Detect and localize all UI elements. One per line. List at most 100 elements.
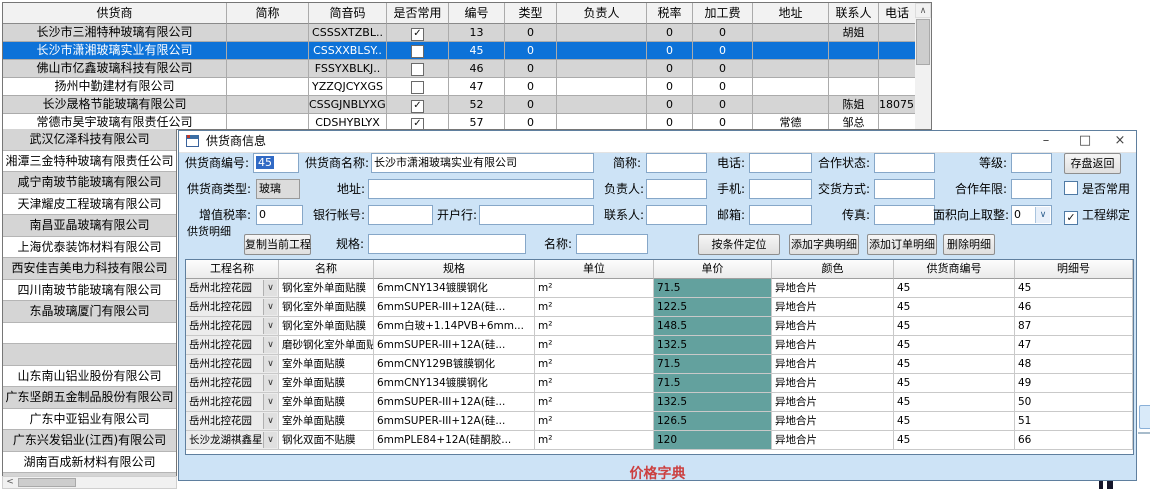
column-header[interactable]: 简音码	[309, 3, 387, 24]
supplier-name-input[interactable]: 长沙市潇湘玻璃实业有限公司	[371, 153, 594, 173]
bank-input[interactable]	[479, 205, 594, 225]
table-row[interactable]: 扬州中勤建材有限公司YZZQJCYXGS47000	[3, 78, 931, 96]
spec-filter-input[interactable]	[368, 234, 526, 254]
chevron-down-icon[interactable]: ∨	[263, 337, 277, 353]
copy-current-project-button[interactable]: 复制当前工程	[244, 234, 311, 255]
close-button[interactable]: ×	[1105, 131, 1135, 152]
coop-status-input[interactable]	[874, 153, 935, 173]
column-header[interactable]: 联系人	[829, 3, 879, 24]
checkbox-unchecked-icon[interactable]	[411, 81, 424, 94]
checkbox-unchecked-icon[interactable]	[411, 63, 424, 76]
common-checkbox-cell[interactable]	[387, 60, 449, 78]
table-row[interactable]: 佛山市亿鑫玻璃科技有限公司FSSYXBLKJ..46000	[3, 60, 931, 78]
grid-row[interactable]: 岳州北控花园∨钢化室外单面贴膜6mmCNY134镀膜钢化m²71.5异地合片45…	[186, 279, 1133, 298]
list-item[interactable]	[3, 323, 176, 345]
grid-column-header[interactable]: 规格	[374, 260, 535, 279]
list-item[interactable]: 上海优泰装饰材料有限公司	[3, 237, 176, 259]
project-combo-cell[interactable]: 岳州北控花园∨	[186, 374, 279, 393]
phone-input[interactable]	[749, 153, 812, 173]
project-combo-cell[interactable]: 岳州北控花园∨	[186, 336, 279, 355]
table-row[interactable]: 长沙市三湘特种玻璃有限公司CSSSXTZBL..✓13000胡姐	[3, 24, 931, 42]
grid-row[interactable]: 岳州北控花园∨磨砂钢化室外单面贴膜6mmSUPER-III+12A(硅...m²…	[186, 336, 1133, 355]
project-bind-checkbox[interactable]: ✓工程绑定	[1064, 205, 1130, 225]
checkbox-checked-icon[interactable]: ✓	[411, 118, 424, 130]
project-combo-cell[interactable]: 长沙龙湖祺鑫星座∨	[186, 431, 279, 450]
column-header[interactable]: 加工费	[693, 3, 753, 24]
table-row[interactable]: 长沙市潇湘玻璃实业有限公司CSSXXBLSY..45000	[3, 42, 931, 60]
project-combo-cell[interactable]: 岳州北控花园∨	[186, 355, 279, 374]
coop-years-input[interactable]	[1011, 179, 1052, 199]
list-item[interactable]: 四川南玻节能玻璃有限公司	[3, 280, 176, 302]
column-header[interactable]: 编号	[449, 3, 505, 24]
grid-column-header[interactable]: 明细号	[1015, 260, 1133, 279]
locate-by-condition-button[interactable]: 按条件定位	[698, 234, 780, 255]
chevron-down-icon[interactable]: ∨	[1035, 207, 1050, 223]
list-item[interactable]: 东晶玻璃厦门有限公司	[3, 301, 176, 323]
list-item[interactable]: 山东南山铝业股份有限公司	[3, 366, 176, 388]
name-filter-input[interactable]	[576, 234, 648, 254]
grid-column-header[interactable]: 名称	[279, 260, 374, 279]
grid-row[interactable]: 岳州北控花园∨钢化室外单面贴膜6mmSUPER-III+12A(硅...m²12…	[186, 298, 1133, 317]
checkbox-checked-icon[interactable]: ✓	[411, 100, 424, 113]
bank-account-input[interactable]	[368, 205, 433, 225]
manager-input[interactable]	[646, 179, 707, 199]
mobile-input[interactable]	[749, 179, 812, 199]
email-input[interactable]	[749, 205, 812, 225]
list-item[interactable]: 湖南百成新材料有限公司	[3, 452, 176, 474]
common-checkbox-cell[interactable]: ✓	[387, 96, 449, 114]
scroll-up-icon[interactable]: ∧	[915, 3, 931, 18]
column-header[interactable]: 供货商	[3, 3, 227, 24]
chevron-down-icon[interactable]: ∨	[263, 375, 277, 391]
list-item[interactable]: 西安佳吉美电力科技有限公司	[3, 258, 176, 280]
common-checkbox-cell[interactable]: ✓	[387, 114, 449, 130]
scrollbar-thumb[interactable]	[18, 478, 76, 487]
chevron-down-icon[interactable]: ∨	[263, 318, 277, 334]
supplier-type-input[interactable]: 玻璃	[256, 179, 300, 199]
scrollbar-thumb[interactable]	[916, 19, 930, 65]
vat-rate-input[interactable]: 0	[256, 205, 303, 225]
short-name-input[interactable]	[646, 153, 707, 173]
is-common-checkbox[interactable]: 是否常用	[1064, 179, 1130, 199]
column-header[interactable]: 是否常用	[387, 3, 449, 24]
maximize-button[interactable]: □	[1070, 131, 1100, 152]
grid-column-header[interactable]: 工程名称	[186, 260, 279, 279]
delete-detail-button[interactable]: 删除明细	[943, 234, 995, 255]
list-item[interactable]: 咸宁南玻节能玻璃有限公司	[3, 172, 176, 194]
chevron-down-icon[interactable]: ∨	[263, 413, 277, 429]
column-header[interactable]: 简称	[227, 3, 309, 24]
grid-row[interactable]: 岳州北控花园∨室外单面贴膜6mmCNY134镀膜钢化m²71.5异地合片4549	[186, 374, 1133, 393]
table-row[interactable]: 长沙晟格节能玻璃有限公司CSSGJNBLYXGS✓52000陈姐180751	[3, 96, 931, 114]
supplier-no-input[interactable]: 45	[253, 153, 299, 173]
chevron-down-icon[interactable]: ∨	[263, 432, 277, 448]
checkbox-unchecked-icon[interactable]	[411, 45, 424, 58]
checkbox-checked-icon[interactable]: ✓	[411, 28, 424, 41]
address-input[interactable]	[368, 179, 594, 199]
save-return-button[interactable]: 存盘返回	[1064, 153, 1121, 174]
grid-row[interactable]: 长沙龙湖祺鑫星座∨钢化双面不贴膜6mmPLE84+12A(硅酮胶...m²120…	[186, 431, 1133, 450]
project-combo-cell[interactable]: 岳州北控花园∨	[186, 317, 279, 336]
grade-input[interactable]	[1011, 153, 1052, 173]
list-item[interactable]: 湘潭三金特种玻璃有限责任公司	[3, 151, 176, 173]
delivery-method-input[interactable]	[874, 179, 935, 199]
add-order-detail-button[interactable]: 添加订单明细	[867, 234, 937, 255]
list-item[interactable]	[3, 344, 176, 366]
project-combo-cell[interactable]: 岳州北控花园∨	[186, 393, 279, 412]
list-item[interactable]: 南昌亚晶玻璃有限公司	[3, 215, 176, 237]
column-header[interactable]: 负责人	[557, 3, 647, 24]
contact-input[interactable]	[646, 205, 707, 225]
common-checkbox-cell[interactable]	[387, 42, 449, 60]
horizontal-scrollbar[interactable]: <	[2, 476, 177, 489]
project-combo-cell[interactable]: 岳州北控花园∨	[186, 412, 279, 431]
grid-column-header[interactable]: 单价	[654, 260, 772, 279]
grid-column-header[interactable]: 颜色	[772, 260, 894, 279]
list-item[interactable]: 广东中亚铝业有限公司	[3, 409, 176, 431]
scroll-left-icon[interactable]: <	[3, 477, 17, 488]
grid-row[interactable]: 岳州北控花园∨室外单面贴膜6mmSUPER-III+12A(硅...m²132.…	[186, 393, 1133, 412]
minimize-button[interactable]: –	[1031, 131, 1061, 152]
column-header[interactable]: 地址	[753, 3, 829, 24]
grid-column-header[interactable]: 供货商编号	[894, 260, 1015, 279]
fax-input[interactable]	[874, 205, 935, 225]
list-item[interactable]: 广东兴发铝业(江西)有限公司	[3, 430, 176, 452]
project-combo-cell[interactable]: 岳州北控花园∨	[186, 279, 279, 298]
area-round-dropdown[interactable]: 0 ∨	[1011, 205, 1052, 225]
